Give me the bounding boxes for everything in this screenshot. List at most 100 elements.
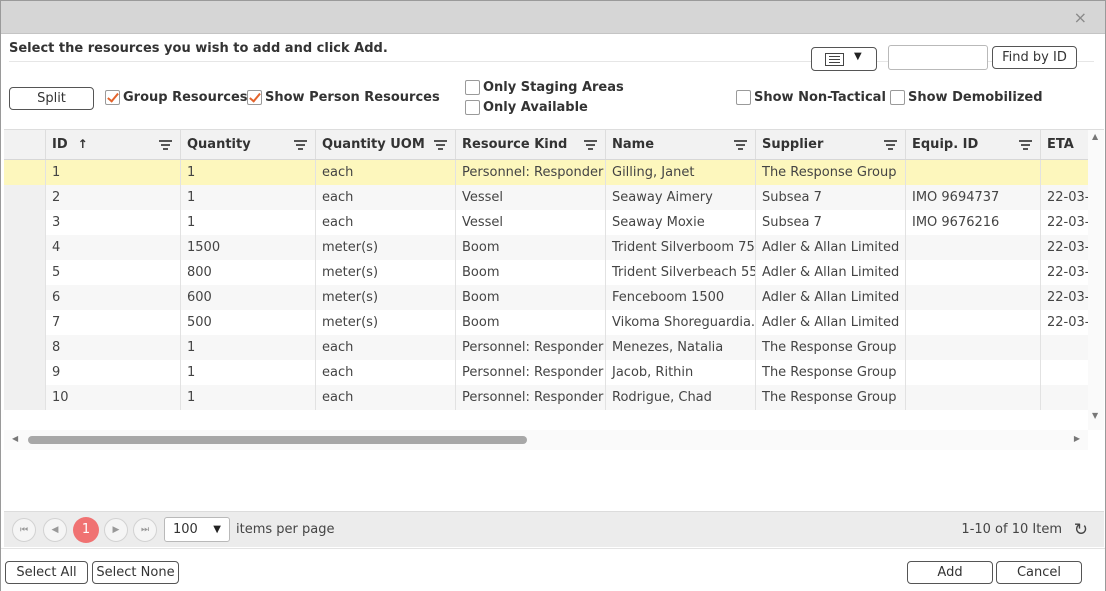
checkbox-box[interactable]	[465, 80, 480, 95]
table-cell: 9	[46, 360, 181, 385]
column-header-quantity-uom[interactable]: Quantity UOM	[316, 130, 456, 159]
row-select-cell[interactable]	[4, 260, 46, 285]
group-resources-checkbox[interactable]: Group Resources	[105, 90, 248, 105]
filter-icon[interactable]	[584, 140, 597, 150]
row-select-cell[interactable]	[4, 285, 46, 310]
table-cell: Gilling, Janet	[606, 160, 756, 185]
scroll-up-icon[interactable]: ▲	[1092, 132, 1098, 141]
only-available-label: Only Available	[483, 100, 588, 115]
horizontal-scroll-thumb[interactable]	[28, 436, 527, 444]
table-cell	[906, 360, 1041, 385]
scroll-right-icon[interactable]: ▶	[1074, 434, 1080, 443]
table-cell: meter(s)	[316, 235, 456, 260]
table-cell: 800	[181, 260, 316, 285]
table-cell: each	[316, 360, 456, 385]
table-row[interactable]: 3 1 each Vessel Seaway Moxie Subsea 7 IMO 9676…	[4, 210, 1088, 235]
checkbox-box[interactable]	[465, 100, 480, 115]
table-cell: each	[316, 185, 456, 210]
table-row[interactable]: 2 1 each Vessel Seaway Aimery Subsea 7 IMO 969…	[4, 185, 1088, 210]
table-cell: 1	[181, 385, 316, 410]
show-non-tactical-checkbox[interactable]: Show Non-Tactical	[736, 90, 886, 105]
column-header-resource-kind[interactable]: Resource Kind	[456, 130, 606, 159]
horizontal-scrollbar[interactable]: ◀ ▶	[4, 430, 1088, 450]
table-cell: 1	[181, 360, 316, 385]
table-cell: Seaway Moxie	[606, 210, 756, 235]
column-header-id[interactable]: ID ↑	[46, 130, 181, 159]
row-select-cell[interactable]	[4, 235, 46, 260]
table-cell: 22-03-	[1041, 285, 1088, 310]
filter-icon[interactable]	[734, 140, 747, 150]
find-by-id-button[interactable]: Find by ID	[992, 46, 1077, 69]
last-page-icon[interactable]: ⏭	[133, 518, 157, 542]
table-cell: 22-03-	[1041, 210, 1088, 235]
split-button[interactable]: Split	[9, 87, 94, 110]
table-cell: 22-03-	[1041, 235, 1088, 260]
checkbox-box[interactable]	[105, 90, 120, 105]
column-header-eta[interactable]: ETA	[1041, 130, 1088, 159]
show-person-resources-checkbox[interactable]: Show Person Resources	[247, 90, 440, 105]
checkbox-box[interactable]	[247, 90, 262, 105]
row-select-cell[interactable]	[4, 210, 46, 235]
table-cell	[906, 385, 1041, 410]
find-by-id-input[interactable]	[888, 45, 988, 70]
column-header-label: ID	[52, 137, 68, 152]
row-select-cell[interactable]	[4, 310, 46, 335]
table-cell	[1041, 335, 1088, 360]
table-cell: each	[316, 335, 456, 360]
filter-icon[interactable]	[434, 140, 447, 150]
table-cell: 1	[181, 335, 316, 360]
column-header-supplier[interactable]: Supplier	[756, 130, 906, 159]
show-demobilized-checkbox[interactable]: Show Demobilized	[890, 90, 1043, 105]
filter-icon[interactable]	[884, 140, 897, 150]
cancel-button[interactable]: Cancel	[996, 561, 1082, 584]
checkbox-box[interactable]	[890, 90, 905, 105]
only-staging-areas-checkbox[interactable]: Only Staging Areas	[465, 80, 624, 95]
column-header-quantity[interactable]: Quantity	[181, 130, 316, 159]
scroll-left-icon[interactable]: ◀	[12, 434, 18, 443]
scroll-down-icon[interactable]: ▼	[1092, 411, 1098, 420]
only-available-checkbox[interactable]: Only Available	[465, 100, 588, 115]
table-row[interactable]: 4 1500 meter(s) Boom Trident Silverboom 75i A…	[4, 235, 1088, 260]
next-page-icon[interactable]: ▶	[104, 518, 128, 542]
table-row[interactable]: 7 500 meter(s) Boom Vikoma Shoreguardia... Ad…	[4, 310, 1088, 335]
table-cell: 22-03-	[1041, 185, 1088, 210]
table-cell: Subsea 7	[756, 185, 906, 210]
column-header-equip-id[interactable]: Equip. ID	[906, 130, 1041, 159]
table-row[interactable]: 9 1 each Personnel: Responder Jacob, Rithin T…	[4, 360, 1088, 385]
select-all-button[interactable]: Select All	[5, 561, 88, 584]
table-row[interactable]: 5 800 meter(s) Boom Trident Silverbeach 550 A…	[4, 260, 1088, 285]
add-button[interactable]: Add	[907, 561, 993, 584]
table-cell: The Response Group	[756, 160, 906, 185]
group-resources-label: Group Resources	[123, 90, 248, 105]
page-size-select[interactable]: 100 ▼	[164, 517, 230, 542]
current-page-button[interactable]: 1	[73, 517, 99, 543]
table-cell: Subsea 7	[756, 210, 906, 235]
row-select-cell[interactable]	[4, 160, 46, 185]
select-none-button[interactable]: Select None	[92, 561, 179, 584]
table-cell: 2	[46, 185, 181, 210]
table-cell	[906, 260, 1041, 285]
table-row[interactable]: 8 1 each Personnel: Responder Menezes, Natal…	[4, 335, 1088, 360]
filter-icon[interactable]	[294, 140, 307, 150]
table-row[interactable]: 1 1 each Personnel: Responder Gilling, Janet…	[4, 160, 1088, 185]
checkbox-box[interactable]	[736, 90, 751, 105]
table-cell: 1	[181, 185, 316, 210]
row-select-cell[interactable]	[4, 360, 46, 385]
filter-icon[interactable]	[1019, 140, 1032, 150]
table-cell: 500	[181, 310, 316, 335]
table-cell	[1041, 385, 1088, 410]
row-select-cell[interactable]	[4, 335, 46, 360]
close-icon[interactable]: ×	[1074, 8, 1087, 27]
column-header-name[interactable]: Name	[606, 130, 756, 159]
table-row[interactable]: 6 600 meter(s) Boom Fenceboom 1500 Adler & Al…	[4, 285, 1088, 310]
table-row[interactable]: 10 1 each Personnel: Responder Rodrigue, Cha…	[4, 385, 1088, 410]
previous-page-icon[interactable]: ◀	[43, 518, 67, 542]
row-select-cell[interactable]	[4, 185, 46, 210]
refresh-icon[interactable]: ↻	[1074, 520, 1088, 540]
first-page-icon[interactable]: ⏮	[12, 518, 36, 542]
column-view-menu-button[interactable]: ▼	[811, 47, 877, 71]
table-cell: Fenceboom 1500	[606, 285, 756, 310]
filter-icon[interactable]	[159, 140, 172, 150]
row-select-cell[interactable]	[4, 385, 46, 410]
vertical-scrollbar[interactable]: ▲ ▼	[1088, 130, 1104, 430]
